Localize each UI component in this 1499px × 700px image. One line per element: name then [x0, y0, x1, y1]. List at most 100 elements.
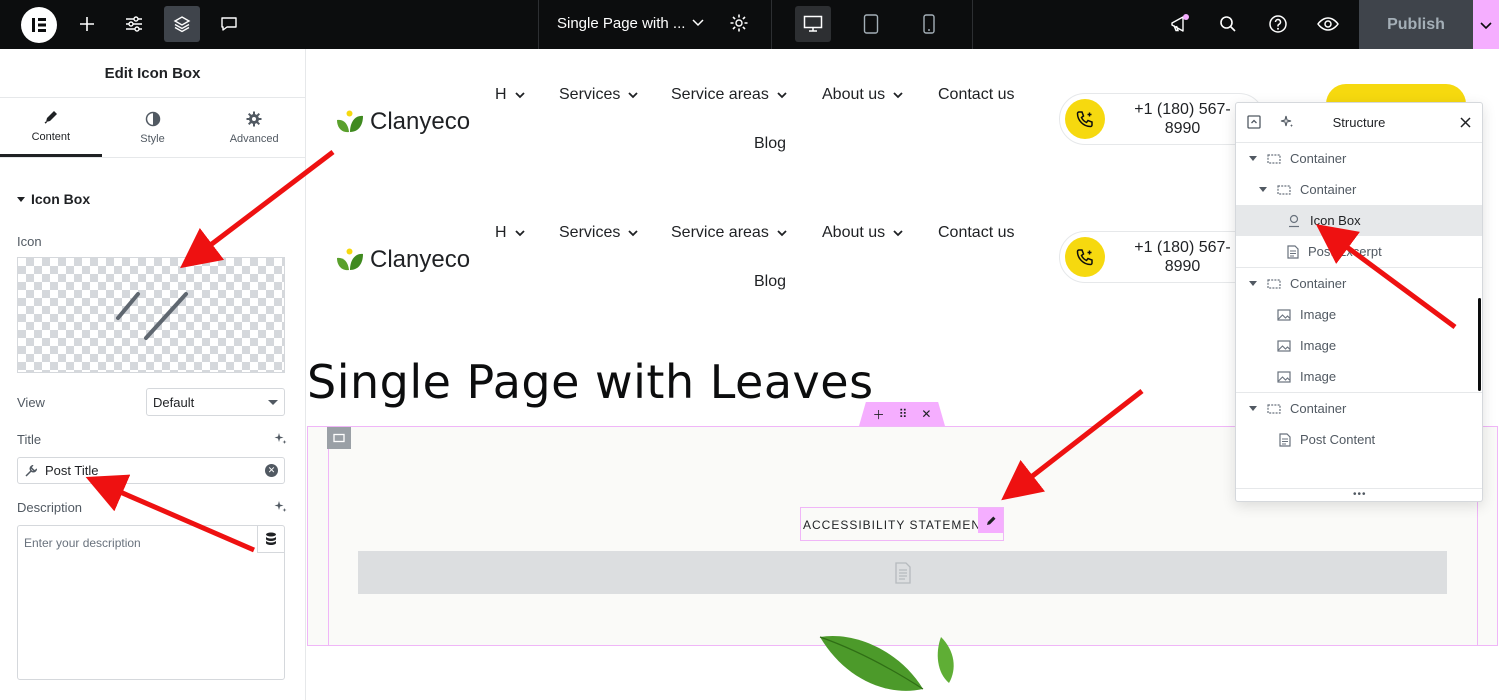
nav-item-about-us[interactable]: About us: [822, 86, 903, 104]
chevron-down-icon: [1480, 21, 1492, 29]
tablet-view-button[interactable]: [853, 6, 889, 42]
add-element-button[interactable]: [69, 6, 105, 42]
document-title-dropdown[interactable]: Single Page with ...: [539, 0, 771, 49]
structure-item-post-content[interactable]: Post Content: [1236, 424, 1482, 455]
container-handle[interactable]: ＋ ⠿ ✕: [859, 402, 945, 426]
nav-item-blog[interactable]: Blog: [754, 273, 786, 291]
caret-down-icon[interactable]: [1249, 156, 1257, 161]
icon-box-section-toggle[interactable]: Icon Box: [17, 191, 90, 207]
structure-item-label: Image: [1300, 369, 1337, 384]
site-logo[interactable]: Clanyeco: [336, 108, 470, 136]
site-logo[interactable]: Clanyeco: [336, 246, 470, 274]
nav-item-label: About us: [822, 86, 886, 103]
phone-number-line1: +1 (180) 567-: [1134, 101, 1231, 118]
structure-item-image[interactable]: Image: [1236, 330, 1482, 361]
megaphone-icon: [1171, 14, 1189, 32]
phone-number-line2: 8990: [1164, 258, 1201, 275]
nav-item-home[interactable]: H: [495, 86, 525, 104]
dynamic-tags-button[interactable]: [257, 526, 284, 553]
structure-scrollbar[interactable]: [1478, 298, 1481, 391]
structure-item-icon-box[interactable]: Icon Box: [1236, 205, 1482, 236]
caret-down-icon[interactable]: [1249, 406, 1257, 411]
elementor-logo-icon: [32, 18, 46, 32]
structure-item-container[interactable]: Container: [1236, 174, 1482, 205]
delete-container-icon[interactable]: ✕: [921, 407, 931, 421]
resize-handle-icon[interactable]: •••: [1353, 489, 1367, 500]
structure-item-container[interactable]: Container: [1236, 143, 1482, 174]
icon-picker-preview[interactable]: [17, 257, 285, 373]
edit-widget-button[interactable]: [978, 508, 1003, 533]
tab-advanced[interactable]: Advanced: [203, 98, 305, 157]
clear-dynamic-tag-icon[interactable]: ✕: [265, 464, 278, 477]
structure-item-container[interactable]: Container: [1236, 393, 1482, 424]
ai-sparkle-icon[interactable]: [274, 432, 287, 445]
publish-options-button[interactable]: [1473, 0, 1499, 49]
comments-button[interactable]: [211, 6, 247, 42]
caret-down-icon[interactable]: [1249, 281, 1257, 286]
site-logo-text: Clanyeco: [370, 246, 471, 273]
page-settings-gear-icon[interactable]: [729, 13, 749, 33]
container-icon: [1267, 403, 1281, 414]
tab-content[interactable]: Content: [0, 98, 102, 157]
structure-item-image[interactable]: Image: [1236, 299, 1482, 330]
whats-new-button[interactable]: [1162, 6, 1198, 42]
eye-icon: [1317, 17, 1339, 31]
icon-box-widget-icon: [1287, 214, 1301, 228]
site-settings-button[interactable]: [116, 6, 152, 42]
nav-item-contact-us[interactable]: Contact us: [938, 224, 1014, 242]
layers-icon: [173, 16, 191, 33]
nav-item-service-areas[interactable]: Service areas: [671, 224, 787, 242]
structure-toggle-button[interactable]: [164, 6, 200, 42]
mobile-icon: [923, 14, 935, 34]
structure-item-label: Post Excerpt: [1308, 244, 1382, 259]
post-excerpt-placeholder[interactable]: [358, 551, 1447, 594]
phone-number: +1 (180) 567- 8990: [1120, 238, 1245, 276]
nav-item-blog[interactable]: Blog: [754, 135, 786, 153]
mobile-view-button[interactable]: [911, 6, 947, 42]
view-select-value: Default: [153, 394, 195, 410]
ai-sparkle-icon[interactable]: [274, 500, 287, 513]
drag-handle-icon[interactable]: ⠿: [899, 407, 908, 421]
nav-item-label: Contact us: [938, 224, 1015, 241]
page-heading[interactable]: Single Page with Leaves: [307, 355, 874, 409]
description-textarea[interactable]: Enter your description: [17, 525, 285, 680]
structure-item-label: Container: [1290, 151, 1347, 166]
pencil-icon: [44, 111, 57, 124]
add-container-icon[interactable]: ＋: [873, 406, 885, 423]
icon-box-widget[interactable]: ACCESSIBILITY STATEMENT: [800, 507, 1004, 541]
structure-item-container[interactable]: Container: [1236, 268, 1482, 299]
structure-item-image[interactable]: Image: [1236, 361, 1482, 392]
nav-item-contact-us[interactable]: Contact us: [938, 86, 1014, 104]
tab-style[interactable]: Style: [102, 98, 204, 157]
section-title: Icon Box: [31, 191, 91, 207]
nav-item-about-us[interactable]: About us: [822, 224, 903, 242]
site-logo-text: Clanyeco: [370, 108, 471, 135]
close-icon[interactable]: [1460, 117, 1471, 128]
desktop-icon: [803, 15, 823, 32]
nav-item-services[interactable]: Services: [559, 86, 638, 104]
help-button[interactable]: [1260, 6, 1296, 42]
title-label: Title: [17, 432, 42, 447]
description-placeholder: Enter your description: [24, 536, 141, 550]
nav-item-services[interactable]: Services: [559, 224, 638, 242]
topbar-divider: [771, 0, 772, 49]
phone-number-line1: +1 (180) 567-: [1134, 239, 1231, 256]
nav-item-service-areas[interactable]: Service areas: [671, 86, 787, 104]
search-button[interactable]: [1210, 6, 1246, 42]
preview-button[interactable]: [1310, 6, 1346, 42]
publish-button[interactable]: Publish: [1359, 0, 1473, 49]
leaf-logo-icon: [337, 248, 363, 271]
desktop-view-button[interactable]: [795, 6, 831, 42]
container-type-icon[interactable]: [327, 427, 351, 449]
title-dynamic-field[interactable]: Post Title ✕: [17, 457, 285, 484]
view-select[interactable]: Default: [146, 388, 285, 416]
chevron-down-icon: [777, 91, 787, 98]
caret-down-icon[interactable]: [1259, 187, 1267, 192]
panel-title: Edit Icon Box: [0, 49, 305, 98]
nav-item-home[interactable]: H: [495, 224, 525, 242]
nav-item-label: H: [495, 86, 507, 103]
elementor-logo-button[interactable]: [21, 7, 57, 43]
title-dynamic-value: Post Title: [45, 463, 99, 478]
structure-item-post-excerpt[interactable]: Post Excerpt: [1236, 236, 1482, 267]
nav-item-label: Service areas: [671, 86, 769, 103]
